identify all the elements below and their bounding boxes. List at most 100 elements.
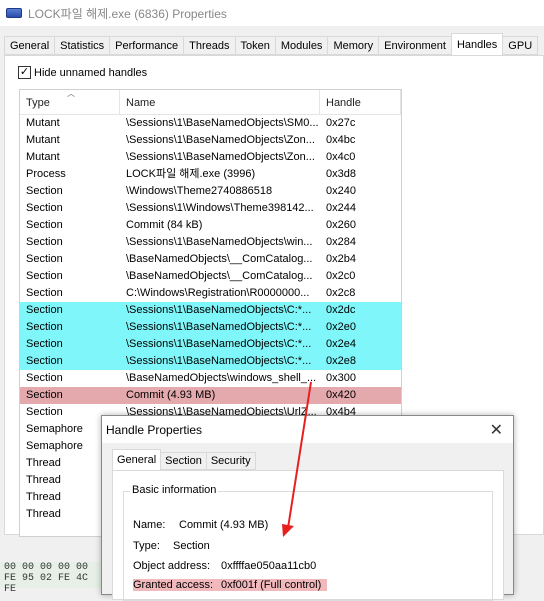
table-row[interactable]: Section \Windows\Theme2740886518 0x240: [20, 183, 401, 200]
cell-name: Commit (4.93 MB): [126, 389, 216, 401]
table-row[interactable]: Section \BaseNamedObjects\__ComCatalog...…: [20, 268, 401, 285]
cell-handle: 0x420: [326, 389, 356, 401]
window-title: LOCK파일 해제.exe (6836) Properties: [28, 6, 227, 21]
type-label: Type:: [133, 540, 160, 552]
handle-properties-dialog: Handle Properties ✕ General Section Secu…: [101, 415, 514, 601]
table-row[interactable]: Process LOCK파일 해제.exe (3996) 0x3d8: [20, 166, 401, 183]
cell-name: \Sessions\1\Windows\Theme398142...: [126, 202, 314, 214]
dialog-title-bar: Handle Properties ✕: [102, 416, 513, 443]
table-row[interactable]: Section \Sessions\1\BaseNamedObjects\C:*.…: [20, 319, 401, 336]
column-header-name[interactable]: Name: [120, 90, 320, 114]
tab-token[interactable]: Token: [234, 36, 276, 55]
tab-modules[interactable]: Modules: [274, 36, 329, 55]
object-address-value: 0xffffae050aa11cb0: [221, 560, 317, 572]
cell-handle: 0x4c0: [326, 151, 356, 163]
tab-threads[interactable]: Threads: [183, 36, 236, 55]
table-row[interactable]: Mutant \Sessions\1\BaseNamedObjects\SM0..…: [20, 115, 401, 132]
tab-general[interactable]: General: [4, 36, 56, 55]
cell-name: \Sessions\1\BaseNamedObjects\win...: [126, 236, 313, 248]
cell-handle: 0x2b4: [326, 253, 356, 265]
object-address-field: Object address: 0xffffae050aa11cb0: [133, 560, 316, 572]
group-label: Basic information: [130, 484, 219, 496]
cell-handle: 0x2e4: [326, 338, 356, 350]
hide-unnamed-checkbox[interactable]: ✓: [18, 66, 31, 79]
table-row[interactable]: Mutant \Sessions\1\BaseNamedObjects\Zon..…: [20, 132, 401, 149]
cell-type: Section: [26, 202, 63, 214]
cell-type: Mutant: [26, 134, 60, 146]
tab-performance[interactable]: Performance: [109, 36, 185, 55]
cell-name: \Sessions\1\BaseNamedObjects\C:*...: [126, 338, 312, 350]
table-row[interactable]: Section \Sessions\1\BaseNamedObjects\win.…: [20, 234, 401, 251]
cell-handle: 0x2dc: [326, 304, 356, 316]
table-row[interactable]: Section \BaseNamedObjects\windows_shell_.…: [20, 370, 401, 387]
tab-environment[interactable]: Environment: [378, 36, 452, 55]
cell-type: Section: [26, 236, 63, 248]
table-row[interactable]: Section \Sessions\1\Windows\Theme398142..…: [20, 200, 401, 217]
name-label: Name:: [133, 519, 166, 531]
table-row[interactable]: Section \BaseNamedObjects\__ComCatalog...…: [20, 251, 401, 268]
table-row[interactable]: Section \Sessions\1\BaseNamedObjects\C:*.…: [20, 353, 401, 370]
table-row[interactable]: Mutant \Sessions\1\BaseNamedObjects\Zon..…: [20, 149, 401, 166]
column-header-handle[interactable]: Handle: [320, 90, 401, 114]
cell-type: Section: [26, 219, 63, 231]
tab-handles[interactable]: Handles: [450, 33, 504, 55]
sort-ascending-icon: ︿: [67, 89, 75, 98]
cell-handle: 0x2c8: [326, 287, 356, 299]
hex-line: 00 00 00 00 00: [4, 562, 89, 573]
dialog-tabs: General Section Security: [112, 449, 256, 470]
cell-handle: 0x27c: [326, 117, 356, 129]
cell-name: \BaseNamedObjects\__ComCatalog...: [126, 253, 313, 265]
hex-view: 00 00 00 00 00 FE 95 02 FE 4C FE: [0, 562, 110, 595]
cell-type: Section: [26, 338, 63, 350]
tab-statistics[interactable]: Statistics: [54, 36, 111, 55]
title-bar: LOCK파일 해제.exe (6836) Properties: [0, 0, 544, 26]
cell-handle: 0x2e0: [326, 321, 356, 333]
table-row[interactable]: Section Commit (84 kB) 0x260: [20, 217, 401, 234]
hex-line: FE: [4, 584, 17, 595]
cell-handle: 0x300: [326, 372, 356, 384]
cell-name: \BaseNamedObjects\windows_shell_...: [126, 372, 317, 384]
tab-memory[interactable]: Memory: [327, 36, 380, 55]
cell-name: \Sessions\1\BaseNamedObjects\C:*...: [126, 321, 312, 333]
cell-handle: 0x4bc: [326, 134, 356, 146]
type-value: Section: [173, 540, 210, 552]
cell-name: \Sessions\1\BaseNamedObjects\SM0...: [126, 117, 319, 129]
cell-type: Mutant: [26, 117, 60, 129]
table-row[interactable]: Section \Sessions\1\BaseNamedObjects\C:*.…: [20, 302, 401, 319]
dialog-tab-general[interactable]: General: [112, 449, 162, 470]
cell-type: Section: [26, 321, 63, 333]
dialog-title: Handle Properties: [106, 423, 203, 437]
cell-name: \Sessions\1\BaseNamedObjects\Zon...: [126, 151, 315, 163]
table-row[interactable]: Section Commit (4.93 MB) 0x420: [20, 387, 401, 404]
name-value: Commit (4.93 MB): [179, 519, 269, 531]
table-row[interactable]: Section \Sessions\1\BaseNamedObjects\C:*.…: [20, 336, 401, 353]
cell-name: \BaseNamedObjects\__ComCatalog...: [126, 270, 313, 282]
granted-access-value: 0xf001f (Full control): [221, 579, 322, 591]
cell-handle: 0x2e8: [326, 355, 356, 367]
cell-type: Section: [26, 355, 63, 367]
granted-access-label: Granted access:: [133, 579, 214, 591]
cell-name: Commit (84 kB): [126, 219, 203, 231]
hide-unnamed-label: Hide unnamed handles: [34, 66, 148, 79]
dialog-tab-section[interactable]: Section: [160, 452, 207, 470]
cell-name: \Sessions\1\BaseNamedObjects\Zon...: [126, 134, 315, 146]
table-row[interactable]: Section C:\Windows\Registration\R0000000.…: [20, 285, 401, 302]
dialog-general-panel: Basic information Name: Commit (4.93 MB) …: [112, 470, 504, 601]
name-field: Name: Commit (4.93 MB): [133, 519, 268, 531]
cell-handle: 0x2c0: [326, 270, 356, 282]
cell-handle: 0x284: [326, 236, 356, 248]
cell-type: Section: [26, 372, 63, 384]
granted-access-field: Granted access: 0xf001f (Full control): [133, 579, 328, 591]
tab-gpu[interactable]: GPU: [502, 36, 539, 55]
type-field: Type: Section: [133, 540, 210, 552]
cell-type: Section: [26, 389, 63, 401]
dialog-tab-security[interactable]: Security: [205, 452, 256, 470]
close-icon[interactable]: ✕: [490, 420, 503, 440]
cell-type: Section: [26, 287, 63, 299]
cell-name: \Windows\Theme2740886518: [126, 185, 273, 197]
cell-handle: 0x3d8: [326, 168, 356, 180]
hide-unnamed-option[interactable]: ✓ Hide unnamed handles: [18, 66, 147, 79]
cell-handle: 0x244: [326, 202, 356, 214]
cell-type: Section: [26, 185, 63, 197]
cell-name: C:\Windows\Registration\R0000000...: [126, 287, 310, 299]
